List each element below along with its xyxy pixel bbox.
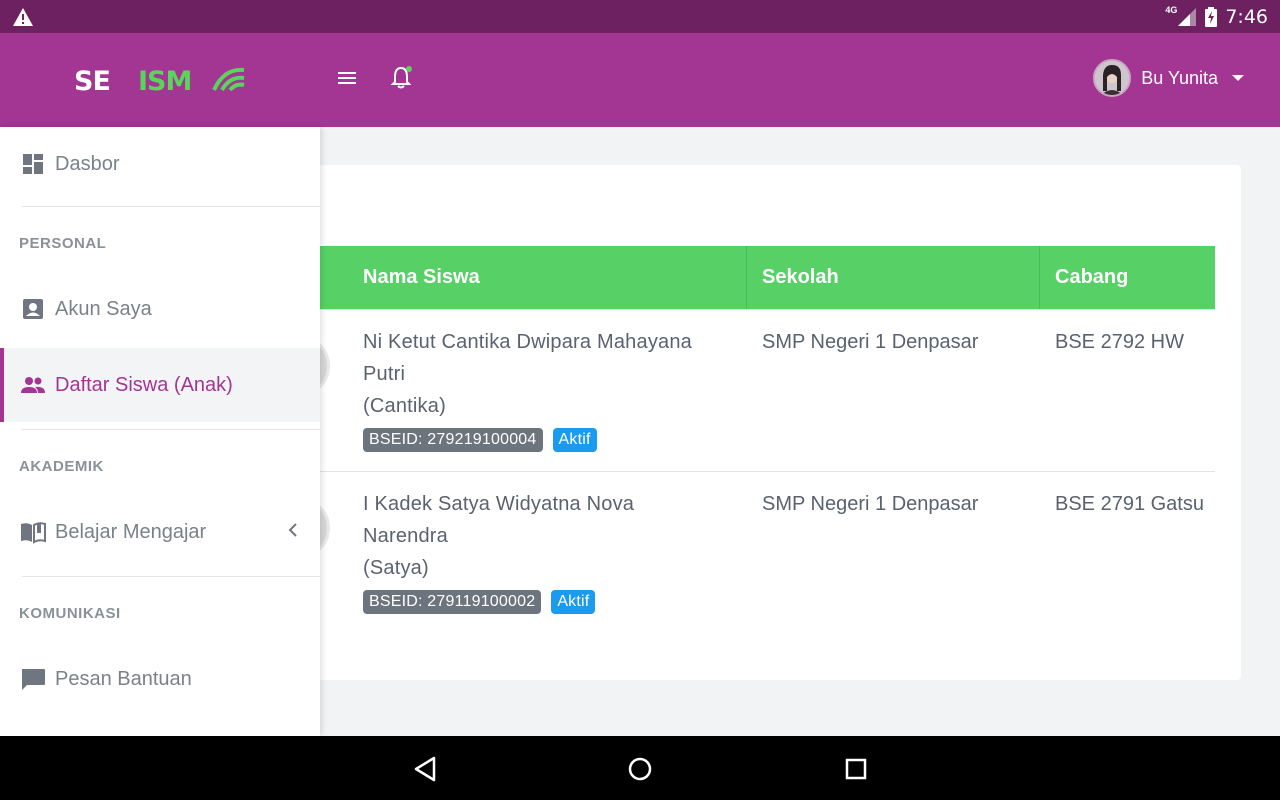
seismo-logo: SE ISM (74, 66, 245, 94)
student-school: SMP Negeri 1 Denpasar (762, 493, 979, 515)
student-name-line2: Putri (363, 363, 406, 385)
avatar (1093, 59, 1132, 97)
status-bar: 4G 7:46 (0, 0, 1280, 33)
user-name: Bu Yunita (1141, 67, 1218, 88)
book-open-icon (20, 519, 46, 545)
sidebar-item-label: Belajar Mengajar (55, 520, 207, 543)
user-menu[interactable]: Bu Yunita (1093, 59, 1244, 97)
sidebar-divider (22, 576, 320, 577)
status-badge: Aktif (552, 428, 597, 452)
status-badge: Aktif (551, 590, 596, 614)
back-icon[interactable] (410, 754, 440, 784)
clock: 7:46 (1225, 5, 1268, 28)
sidebar-item-label: Dasbor (55, 152, 120, 175)
sidebar-item-akun-saya[interactable]: Akun Saya (0, 272, 320, 346)
app-header: SE ISM Bu Yunita (0, 33, 1280, 127)
sidebar-item-label: Akun Saya (55, 297, 152, 320)
student-nickname: (Cantika) (363, 395, 446, 417)
sidebar-divider (22, 206, 320, 207)
column-divider (1039, 246, 1040, 309)
android-nav-bar (0, 736, 1280, 800)
sidebar-item-dasbor[interactable]: Dasbor (0, 127, 320, 201)
caret-down-icon (1232, 75, 1244, 81)
chat-icon (20, 666, 46, 692)
student-name-line1: I Kadek Satya Widyatna Nova (363, 493, 635, 515)
bseid-badge: BSEID: 279119100002 (363, 590, 542, 614)
dashboard-icon (20, 151, 46, 177)
student-list-card: Nama Siswa Sekolah Cabang Ni Ketut Canti… (268, 165, 1241, 680)
sidebar-item-label: Daftar Siswa (Anak) (55, 373, 233, 396)
student-name-line1: Ni Ketut Cantika Dwipara Mahayana (363, 331, 692, 353)
student-branch: BSE 2791 Gatsu (1055, 493, 1204, 515)
menu-icon[interactable] (336, 67, 358, 89)
sidebar-item-pesan-bantuan[interactable]: Pesan Bantuan (0, 642, 320, 716)
column-divider (746, 246, 747, 309)
home-icon[interactable] (625, 754, 655, 784)
warning-icon (13, 8, 33, 26)
signal-icon (1178, 7, 1197, 26)
battery-charging-icon (1205, 6, 1218, 27)
bseid-badge: BSEID: 279219100004 (363, 428, 543, 452)
table-row[interactable]: I Kadek Satya Widyatna Nova Narendra (Sa… (268, 472, 1215, 633)
sidebar-drawer: Dasbor PERSONAL Akun Saya Daftar Siswa (… (0, 127, 320, 736)
student-school: SMP Negeri 1 Denpasar (762, 331, 979, 353)
account-box-icon (20, 296, 46, 322)
people-icon (20, 372, 46, 398)
student-nickname: (Satya) (363, 557, 429, 579)
chevron-left-icon (288, 523, 297, 537)
student-name-line2: Narendra (363, 525, 448, 547)
sidebar-section-akademik: AKADEMIK (19, 458, 104, 475)
table-header: Nama Siswa Sekolah Cabang (290, 246, 1215, 309)
sidebar-section-komunikasi: KOMUNIKASI (19, 605, 121, 622)
svg-text:ISM: ISM (138, 66, 191, 94)
column-header-nama: Nama Siswa (363, 266, 480, 288)
bell-icon[interactable] (390, 65, 412, 91)
column-header-cabang: Cabang (1055, 266, 1129, 288)
sidebar-divider (22, 429, 320, 430)
sidebar-section-personal: PERSONAL (19, 235, 107, 252)
table-row[interactable]: Ni Ketut Cantika Dwipara Mahayana Putri … (268, 310, 1215, 471)
recents-icon[interactable] (841, 754, 871, 784)
network-type: 4G (1165, 4, 1178, 15)
sidebar-item-daftar-siswa[interactable]: Daftar Siswa (Anak) (0, 348, 320, 422)
sidebar-item-label: Pesan Bantuan (55, 667, 192, 690)
column-header-sekolah: Sekolah (762, 266, 839, 288)
sidebar-item-belajar-mengajar[interactable]: Belajar Mengajar (0, 495, 320, 569)
student-branch: BSE 2792 HW (1055, 331, 1184, 353)
svg-text:SE: SE (74, 66, 110, 94)
